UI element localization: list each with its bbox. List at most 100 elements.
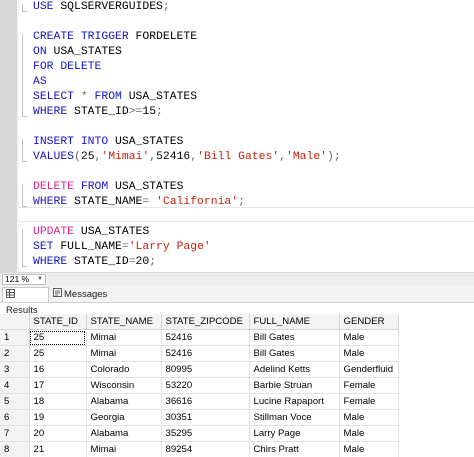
table-cell[interactable]: 21 <box>29 441 87 457</box>
table-cell[interactable]: Bill Gates <box>249 345 340 362</box>
row-number[interactable]: 8 <box>0 441 30 457</box>
table-cell[interactable]: Colorado <box>86 361 162 378</box>
table-cell[interactable]: Genderfluid <box>339 361 399 378</box>
table-cell[interactable]: Female <box>339 377 399 394</box>
table-row[interactable]: 1 25 Mimai 52416 Bill Gates Male <box>0 329 399 346</box>
table-cell[interactable]: Alabama <box>86 393 162 410</box>
outline-bar[interactable] <box>22 229 23 266</box>
table-cell[interactable]: Mimai <box>86 345 162 362</box>
table-cell[interactable]: Adelind Ketts <box>249 361 340 378</box>
table-cell[interactable]: Mimai <box>86 441 162 457</box>
table-cell[interactable]: 17 <box>29 377 87 394</box>
table-cell[interactable]: 89254 <box>161 441 250 457</box>
row-number[interactable]: 6 <box>0 409 30 426</box>
row-number[interactable]: 3 <box>0 361 30 378</box>
table-cell[interactable]: 20 <box>29 425 87 442</box>
column-header[interactable]: STATE_NAME <box>86 314 162 330</box>
row-number[interactable]: 4 <box>0 377 30 394</box>
table-cell[interactable]: Male <box>339 409 399 426</box>
table-row[interactable]: 3 16 Colorado 80995 Adelind Ketts Genderfluid <box>0 361 399 378</box>
column-header[interactable]: STATE_ZIPCODE <box>161 314 250 330</box>
editor-status-strip: 121 % ▼ <box>0 272 474 286</box>
tab-messages[interactable]: Messages <box>50 287 110 302</box>
table-cell[interactable]: 19 <box>29 409 87 426</box>
table-cell[interactable]: Lucine Rapaport <box>249 393 340 410</box>
zoom-value: 121 % <box>5 274 30 284</box>
table-cell[interactable]: Bill Gates <box>249 329 340 346</box>
table-cell[interactable]: Male <box>339 345 399 362</box>
table-row[interactable]: 5 18 Alabama 36616 Lucine Rapaport Female <box>0 393 399 410</box>
table-row[interactable]: 6 19 Georgia 30351 Stillman Voce Male <box>0 409 399 426</box>
grid-icon <box>6 288 15 303</box>
table-cell[interactable]: 35295 <box>161 425 250 442</box>
code-token: ); <box>327 151 341 163</box>
table-cell[interactable]: Male <box>339 425 399 442</box>
table-cell[interactable]: 30351 <box>161 409 250 426</box>
outline-bar[interactable] <box>22 184 23 206</box>
zoom-dropdown[interactable]: 121 % ▼ <box>2 274 46 285</box>
code-line[interactable]: WHERE STATE_ID=20; <box>33 255 156 270</box>
row-number[interactable]: 1 <box>0 329 30 346</box>
table-cell[interactable]: 52416 <box>161 345 250 362</box>
code-line[interactable]: AS <box>33 75 47 90</box>
code-line[interactable]: CREATE TRIGGER FORDELETE <box>33 30 197 45</box>
code-line[interactable]: SET FULL_NAME='Larry Page' <box>33 240 211 255</box>
chevron-down-icon: ▼ <box>37 276 43 282</box>
code-line[interactable]: DELETE FROM USA_STATES <box>33 180 183 195</box>
table-cell[interactable]: 52416 <box>161 329 250 346</box>
table-cell[interactable]: Stillman Voce <box>249 409 340 426</box>
table-cell[interactable]: 80995 <box>161 361 250 378</box>
table-row[interactable]: 7 20 Alabama 35295 Larry Page Male <box>0 425 399 442</box>
code-token: FOR DELETE <box>33 61 102 73</box>
row-number[interactable]: 5 <box>0 393 30 410</box>
table-cell[interactable]: Chirs Pratt <box>249 441 340 457</box>
table-row[interactable]: 2 25 Mimai 52416 Bill Gates Male <box>0 345 399 362</box>
message-icon <box>53 287 62 302</box>
outline-bar[interactable] <box>22 4 23 11</box>
code-line[interactable]: WHERE STATE_NAME= 'California'; <box>33 195 245 210</box>
table-cell[interactable]: 25 <box>29 329 87 346</box>
table-cell[interactable]: Female <box>339 393 399 410</box>
tab-results[interactable]: Results <box>2 287 49 316</box>
code-line[interactable]: UPDATE USA_STATES <box>33 225 149 240</box>
code-line[interactable]: VALUES(25,'Mimai',52416,'Bill Gates','Ma… <box>33 150 341 165</box>
table-row[interactable]: 8 21 Mimai 89254 Chirs Pratt Male <box>0 441 399 457</box>
results-grid[interactable]: STATE_ID STATE_NAME STATE_ZIPCODE FULL_N… <box>0 314 474 457</box>
grid-corner[interactable] <box>0 314 30 330</box>
table-cell[interactable]: Male <box>339 441 399 457</box>
code-line[interactable]: ON USA_STATES <box>33 45 122 60</box>
outline-bar[interactable] <box>22 139 23 161</box>
code-line[interactable]: WHERE STATE_ID>=15; <box>33 105 163 120</box>
outline-bar[interactable] <box>22 34 23 116</box>
table-cell[interactable]: Mimai <box>86 329 162 346</box>
code-token: INSERT INTO <box>33 136 116 148</box>
table-cell[interactable]: Male <box>339 329 399 346</box>
column-header[interactable]: GENDER <box>339 314 399 330</box>
table-cell[interactable]: Georgia <box>86 409 162 426</box>
column-header[interactable]: FULL_NAME <box>249 314 340 330</box>
code-token: FROM <box>80 181 116 193</box>
table-cell[interactable]: 18 <box>29 393 87 410</box>
row-number[interactable]: 2 <box>0 345 30 362</box>
table-cell[interactable]: Barbie Struan <box>249 377 340 394</box>
table-row[interactable]: 4 17 Wisconsin 53220 Barbie Struan Female <box>0 377 399 394</box>
table-cell[interactable]: Alabama <box>86 425 162 442</box>
row-number[interactable]: 7 <box>0 425 30 442</box>
query-editor[interactable]: USE SQLSERVERGUIDES; CREATE TRIGGER FORDE… <box>0 0 474 272</box>
column-header[interactable]: STATE_ID <box>29 314 87 330</box>
table-cell[interactable]: 16 <box>29 361 87 378</box>
table-cell[interactable]: 36616 <box>161 393 250 410</box>
table-cell[interactable]: 25 <box>29 345 87 362</box>
code-line[interactable]: INSERT INTO USA_STATES <box>33 135 183 150</box>
code-token: , <box>279 151 286 163</box>
results-tab-strip: Results Messages <box>0 286 474 316</box>
outline-end-tick <box>22 161 27 162</box>
results-table: STATE_ID STATE_NAME STATE_ZIPCODE FULL_N… <box>0 314 399 457</box>
code-line[interactable]: SELECT * FROM USA_STATES <box>33 90 197 105</box>
table-cell[interactable]: Wisconsin <box>86 377 162 394</box>
code-line[interactable]: USE SQLSERVERGUIDES; <box>33 0 170 15</box>
code-token: 20 <box>135 256 150 268</box>
table-cell[interactable]: 53220 <box>161 377 250 394</box>
code-line[interactable]: FOR DELETE <box>33 60 101 75</box>
table-cell[interactable]: Larry Page <box>249 425 340 442</box>
